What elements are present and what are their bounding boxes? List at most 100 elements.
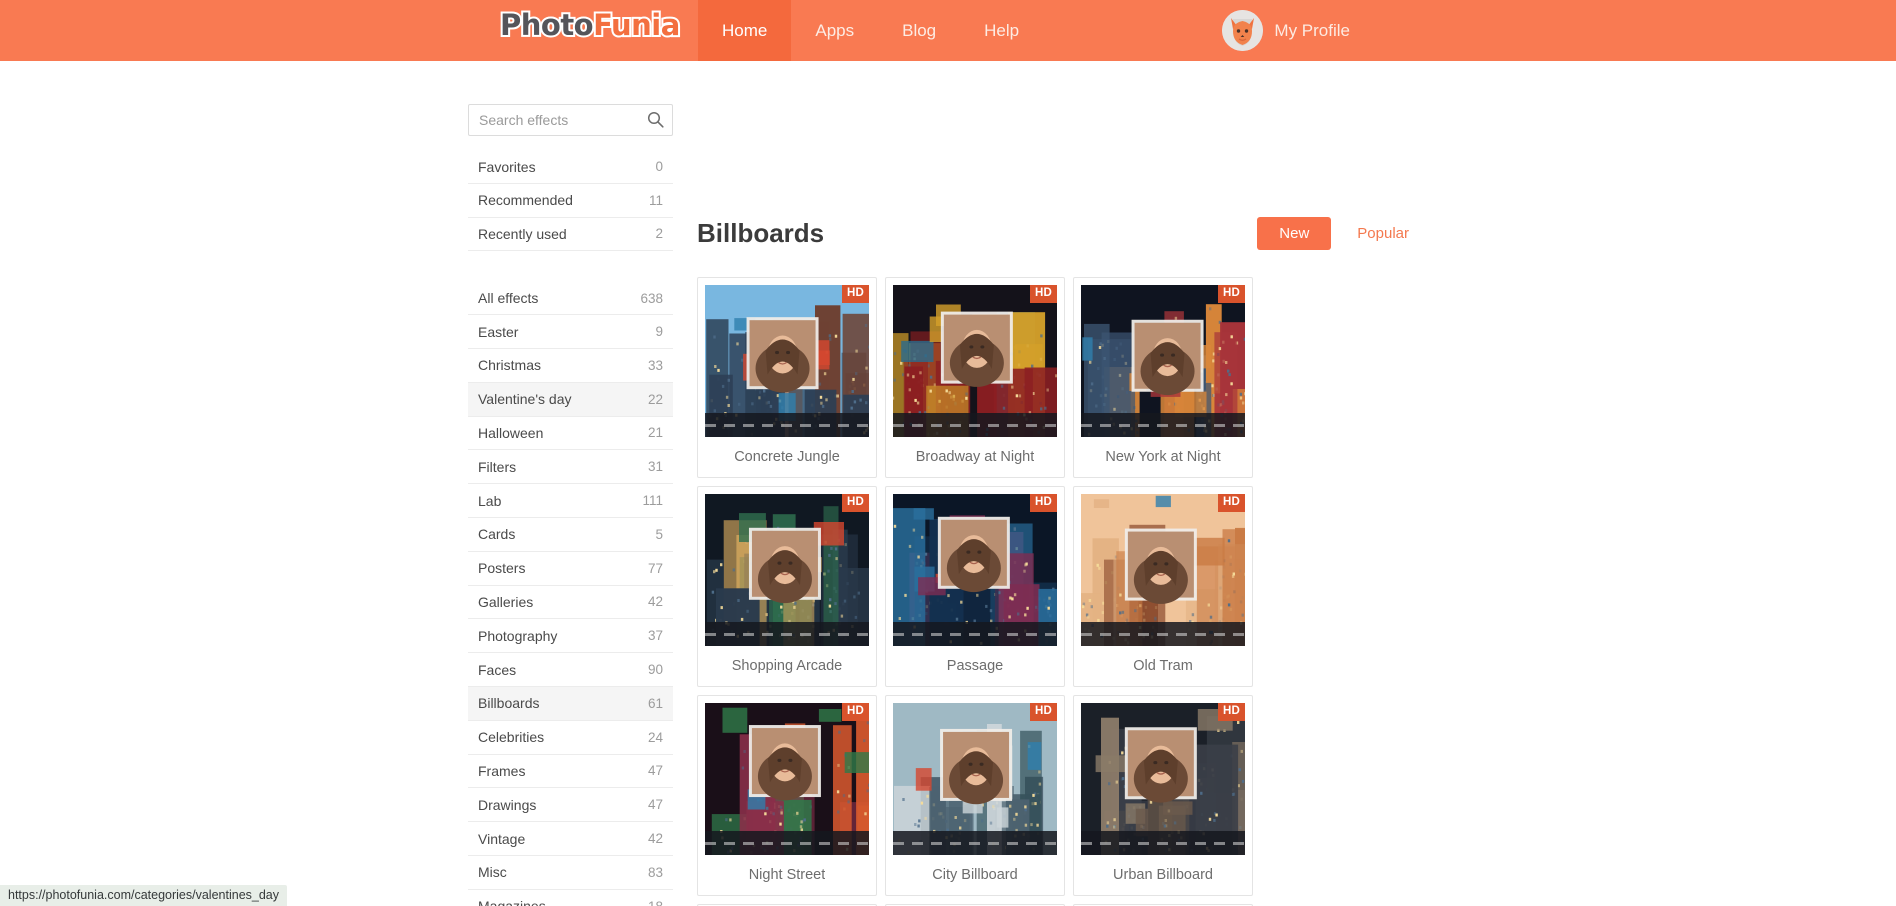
sidebar-item-count: 37 xyxy=(647,628,663,644)
effect-thumbnail: HD xyxy=(705,494,869,646)
content-header: Billboards New Popular xyxy=(697,211,1431,255)
sidebar-item-halloween[interactable]: Halloween 21 xyxy=(468,417,673,451)
effects-grid: HD Concrete Jungle HD Broadway at Night HD Ne… xyxy=(697,277,1431,906)
effect-thumbnail: HD xyxy=(893,285,1057,437)
nav-item-home[interactable]: Home xyxy=(698,0,792,61)
sidebar-item-photography[interactable]: Photography 37 xyxy=(468,619,673,654)
sidebar-item-cards[interactable]: Cards 5 xyxy=(468,518,673,552)
sidebar-item-christmas[interactable]: Christmas 33 xyxy=(468,349,673,383)
sidebar-item-label: Valentine's day xyxy=(478,391,572,408)
effect-card[interactable]: HD City Billboard xyxy=(885,695,1065,896)
sidebar-item-label: Drawings xyxy=(478,796,537,813)
effect-title: Passage xyxy=(946,658,1004,674)
sidebar-item-favorites[interactable]: Favorites 0 xyxy=(468,150,673,184)
sidebar-item-label: Favorites xyxy=(478,158,536,175)
sidebar-item-count: 18 xyxy=(648,899,663,906)
my-profile-button[interactable]: My Profile xyxy=(1222,0,1350,61)
hd-badge: HD xyxy=(1029,703,1057,721)
nav-item-help[interactable]: Help xyxy=(960,0,1043,61)
sidebar-item-label: Cards xyxy=(478,526,516,543)
effect-thumbnail: HD xyxy=(1081,494,1245,646)
sidebar-item-billboards[interactable]: Billboards 61 xyxy=(468,686,673,721)
effect-title: City Billboard xyxy=(932,867,1018,883)
effect-thumbnail: HD xyxy=(893,703,1057,855)
sidebar-item-magazines[interactable]: Magazines 18 xyxy=(468,890,673,906)
search-input[interactable] xyxy=(468,104,673,136)
effect-title: New York at Night xyxy=(1105,449,1221,465)
sidebar-item-label: Posters xyxy=(478,560,526,577)
sidebar-item-frames[interactable]: Frames 47 xyxy=(468,755,673,789)
nav-item-blog[interactable]: Blog xyxy=(878,0,960,61)
effect-thumbnail: HD xyxy=(1081,285,1245,437)
sidebar-item-count: 61 xyxy=(647,695,663,711)
sidebar-item-filters[interactable]: Filters 31 xyxy=(468,450,673,485)
sidebar-item-easter[interactable]: Easter 9 xyxy=(468,315,673,349)
logo-text-funia: Funia xyxy=(591,6,682,44)
sidebar-item-label: Halloween xyxy=(478,424,544,441)
sidebar-item-label: Christmas xyxy=(478,357,542,374)
sidebar-item-all-effects[interactable]: All effects 638 xyxy=(468,281,673,316)
sidebar-divider xyxy=(468,251,673,267)
sidebar-item-count: 33 xyxy=(647,357,663,373)
sidebar-item-drawings[interactable]: Drawings 47 xyxy=(468,788,673,823)
effect-card[interactable]: HD Old Tram xyxy=(1073,486,1253,687)
sidebar-item-count: 22 xyxy=(647,391,663,407)
effect-thumbnail: HD xyxy=(893,494,1057,646)
sidebar-item-galleries[interactable]: Galleries 42 xyxy=(468,586,673,620)
sidebar-item-count: 5 xyxy=(655,526,663,542)
sidebar-quick-list: Favorites 0 Recommended 11 Recently used 2 xyxy=(468,150,673,252)
effect-title: Urban Billboard xyxy=(1113,867,1213,883)
sort-popular-button[interactable]: Popular xyxy=(1335,217,1431,250)
sidebar-item-recently-used[interactable]: Recently used 2 xyxy=(468,218,673,252)
status-bar-url: https://photofunia.com/categories/valent… xyxy=(0,885,288,906)
effect-card[interactable]: HD Broadway at Night xyxy=(885,277,1065,478)
hd-badge: HD xyxy=(841,285,869,303)
effect-title: Shopping Arcade xyxy=(731,658,843,674)
sidebar-item-misc[interactable]: Misc 83 xyxy=(468,856,673,890)
effect-card[interactable]: HD New York at Night xyxy=(1073,277,1253,478)
page-body: Favorites 0 Recommended 11 Recently used 2 Al… xyxy=(0,61,1896,906)
effect-title: Broadway at Night xyxy=(915,449,1035,465)
sidebar-item-faces[interactable]: Faces 90 xyxy=(468,653,673,687)
sidebar-item-posters[interactable]: Posters 77 xyxy=(468,552,673,586)
sidebar-item-celebrities[interactable]: Celebrities 24 xyxy=(468,721,673,755)
hd-badge: HD xyxy=(841,494,869,512)
sidebar-item-label: Misc xyxy=(478,864,507,881)
effects-sidebar: Favorites 0 Recommended 11 Recently used 2 Al… xyxy=(468,104,673,906)
nav-item-apps[interactable]: Apps xyxy=(791,0,878,61)
effect-card[interactable]: HD Shopping Arcade xyxy=(697,486,877,687)
hd-badge: HD xyxy=(1217,285,1245,303)
sidebar-category-list: All effects 638 Easter 9 Christmas 33 Valentin… xyxy=(468,281,673,906)
effect-card[interactable]: HD Urban Billboard xyxy=(1073,695,1253,896)
effect-card[interactable]: HD Passage xyxy=(885,486,1065,687)
sidebar-item-count: 90 xyxy=(647,662,663,678)
effect-title: Concrete Jungle xyxy=(734,449,840,465)
effect-card[interactable]: HD Concrete Jungle xyxy=(697,277,877,478)
effect-thumbnail: HD xyxy=(705,285,869,437)
hd-badge: HD xyxy=(1029,285,1057,303)
effect-title: Night Street xyxy=(748,867,826,883)
effect-card[interactable]: HD Night Street xyxy=(697,695,877,896)
sidebar-item-count: 77 xyxy=(647,560,663,576)
sidebar-item-label: Faces xyxy=(478,661,517,678)
sidebar-item-count: 638 xyxy=(640,290,663,306)
sidebar-item-count: 24 xyxy=(647,729,663,745)
sort-new-button[interactable]: New xyxy=(1257,216,1332,250)
sidebar-item-count: 47 xyxy=(647,763,663,779)
sidebar-item-label: Lab xyxy=(478,492,502,509)
sidebar-item-valentine-s-day[interactable]: Valentine's day 22 xyxy=(468,382,673,417)
photofunia-logo[interactable]: Photo Funia xyxy=(498,6,682,44)
sidebar-item-label: Recommended xyxy=(478,192,573,209)
effect-title: Old Tram xyxy=(1133,658,1193,674)
sidebar-item-vintage[interactable]: Vintage 42 xyxy=(468,822,673,856)
sidebar-item-count: 111 xyxy=(642,493,663,509)
search-effects-field[interactable] xyxy=(468,104,673,136)
fox-avatar-icon xyxy=(1222,10,1264,51)
main-content: Billboards New Popular HD Concrete Jungle… xyxy=(697,211,1431,906)
sidebar-item-label: Galleries xyxy=(478,593,534,610)
effect-thumbnail: HD xyxy=(1081,703,1245,855)
sidebar-item-count: 0 xyxy=(655,159,663,175)
sidebar-item-recommended[interactable]: Recommended 11 xyxy=(468,184,673,218)
sidebar-item-lab[interactable]: Lab 111 xyxy=(468,484,673,518)
sidebar-item-count: 42 xyxy=(647,594,663,610)
